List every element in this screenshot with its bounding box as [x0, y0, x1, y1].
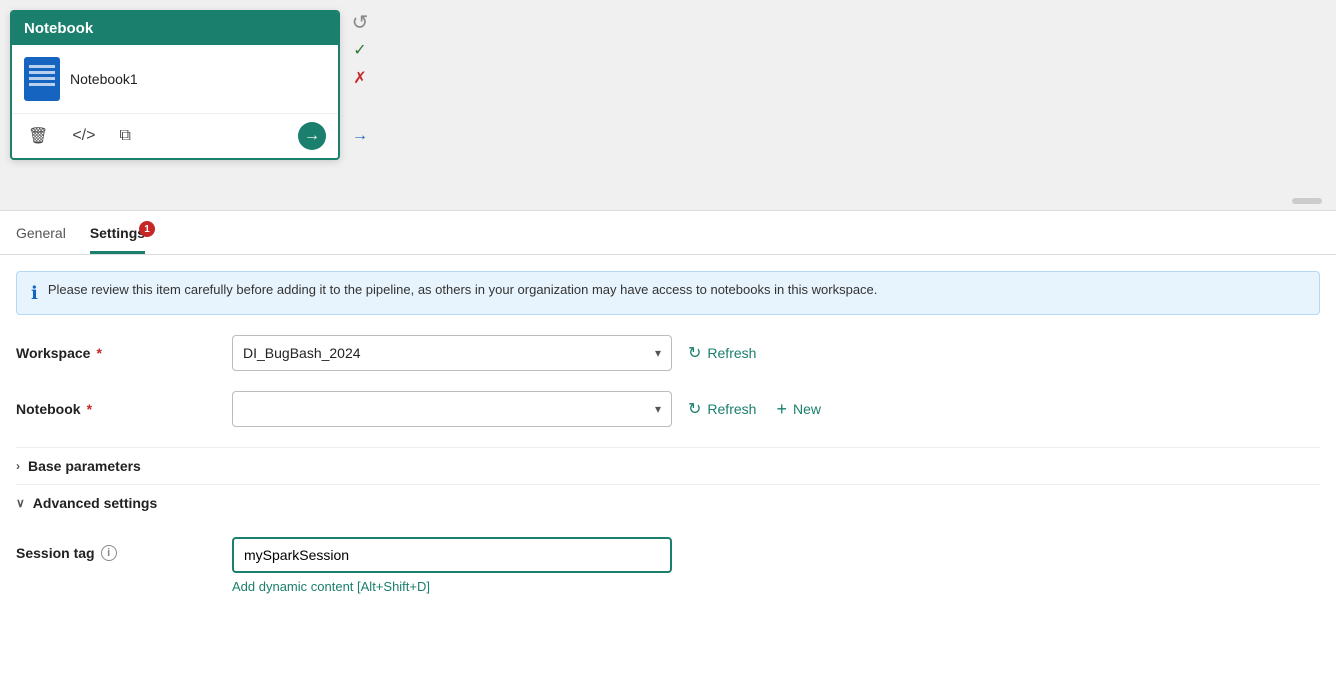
refresh-icon-1: ↻	[688, 343, 701, 363]
info-banner-text: Please review this item carefully before…	[48, 282, 878, 297]
settings-badge: 1	[139, 221, 155, 237]
tab-general[interactable]: General	[16, 211, 66, 254]
info-icon: ℹ	[31, 283, 38, 304]
base-parameters-expander[interactable]: › Base parameters	[16, 447, 1320, 484]
node-header: Notebook	[12, 12, 338, 45]
workspace-value: DI_BugBash_2024	[243, 345, 361, 361]
arrow-right-icon[interactable]: →	[348, 124, 372, 148]
bottom-panel: General Settings 1 ℹ Please review this …	[0, 210, 1336, 677]
workspace-dropdown[interactable]: DI_BugBash_2024 ▾	[232, 335, 672, 371]
node-actions: 🗑 </> ⧉ →	[12, 113, 338, 158]
notebook-new-button[interactable]: + New	[772, 393, 825, 426]
node-body: Notebook1	[12, 45, 338, 113]
dynamic-content-link[interactable]: Add dynamic content [Alt+Shift+D]	[232, 579, 672, 594]
code-button[interactable]: </>	[68, 123, 99, 149]
base-params-label: Base parameters	[28, 458, 141, 474]
resize-handle[interactable]	[1292, 198, 1322, 204]
base-params-chevron-icon: ›	[16, 459, 20, 473]
check-icon[interactable]: ✓	[348, 38, 372, 62]
workspace-label: Workspace *	[16, 345, 216, 361]
notebook-label: Notebook *	[16, 401, 216, 417]
go-button[interactable]: →	[298, 122, 326, 150]
notebook-file-icon	[24, 57, 60, 101]
workspace-control: DI_BugBash_2024 ▾ ↻ Refresh	[232, 335, 1320, 371]
node-title: Notebook	[24, 20, 93, 37]
cross-icon[interactable]: ✗	[348, 66, 372, 90]
advanced-settings-expander[interactable]: ∨ Advanced settings	[16, 484, 1320, 521]
session-input-wrapper: Add dynamic content [Alt+Shift+D]	[232, 537, 672, 594]
tab-settings[interactable]: Settings 1	[90, 211, 145, 254]
notebook-control: ▾ ↻ Refresh + New	[232, 391, 1320, 427]
main-container: Notebook Notebook1 🗑 </> ⧉ → ↺ ✓ ✗ →	[0, 0, 1336, 677]
notebook-required: *	[87, 401, 92, 417]
side-toolbar: ↺ ✓ ✗ →	[348, 10, 372, 148]
workspace-row: Workspace * DI_BugBash_2024 ▾ ↻ Refresh	[16, 335, 1320, 371]
notebook-dropdown[interactable]: ▾	[232, 391, 672, 427]
session-tag-row: Session tag i Add dynamic content [Alt+S…	[16, 537, 1320, 594]
advanced-settings-chevron-icon: ∨	[16, 496, 25, 510]
notebook-refresh-label: Refresh	[707, 401, 756, 417]
notebook-node: Notebook Notebook1 🗑 </> ⧉ →	[10, 10, 340, 160]
workspace-refresh-label: Refresh	[707, 345, 756, 361]
copy-button[interactable]: ⧉	[115, 123, 134, 149]
workspace-chevron-icon: ▾	[655, 346, 661, 360]
refresh-icon-2: ↻	[688, 399, 701, 419]
notebook-chevron-icon: ▾	[655, 402, 661, 416]
undo-icon[interactable]: ↺	[348, 10, 372, 34]
node-name: Notebook1	[70, 71, 138, 87]
workspace-refresh-button[interactable]: ↻ Refresh	[684, 337, 760, 369]
form-area: Workspace * DI_BugBash_2024 ▾ ↻ Refresh	[0, 315, 1336, 614]
advanced-settings-label: Advanced settings	[33, 495, 157, 511]
session-tag-input[interactable]	[232, 537, 672, 573]
delete-button[interactable]: 🗑	[24, 122, 52, 150]
plus-icon: +	[776, 399, 787, 420]
session-tag-info-icon[interactable]: i	[101, 545, 117, 561]
workspace-required: *	[96, 345, 101, 361]
tabs-bar: General Settings 1	[0, 211, 1336, 255]
new-label: New	[793, 401, 821, 417]
info-banner: ℹ Please review this item carefully befo…	[16, 271, 1320, 315]
notebook-refresh-button[interactable]: ↻ Refresh	[684, 393, 760, 425]
session-tag-label: Session tag i	[16, 537, 216, 561]
notebook-row: Notebook * ▾ ↻ Refresh + New	[16, 391, 1320, 427]
canvas-area: Notebook Notebook1 🗑 </> ⧉ → ↺ ✓ ✗ →	[0, 0, 1336, 210]
